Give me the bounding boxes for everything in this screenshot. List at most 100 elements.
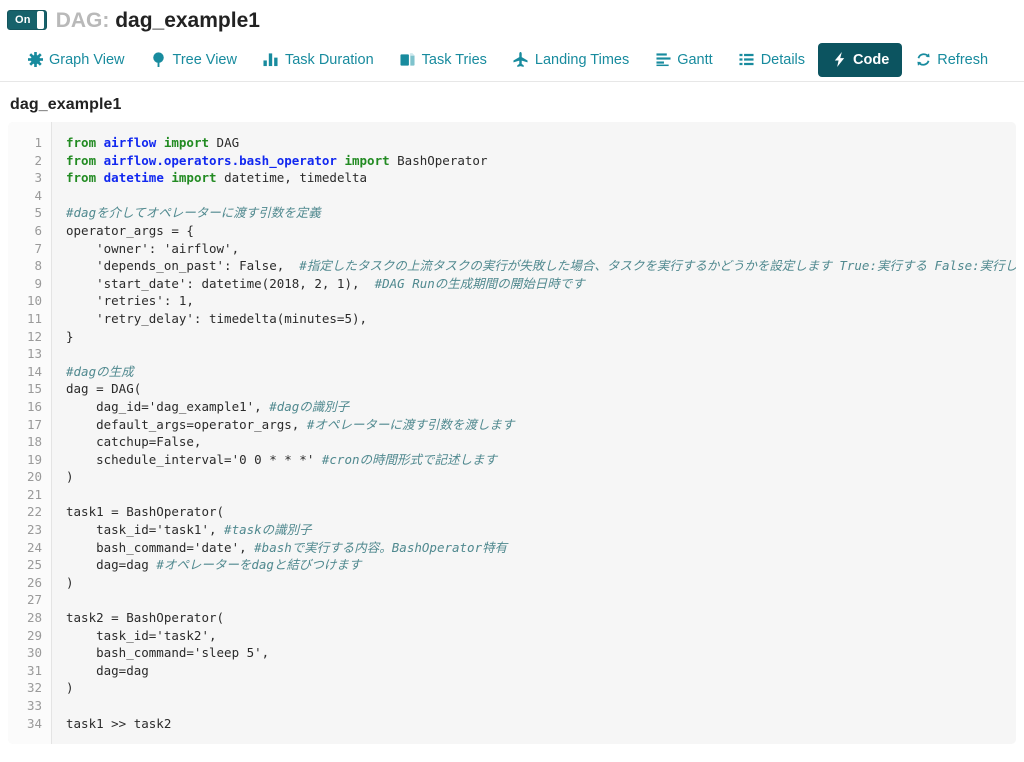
code-keyword: import [336,152,398,168]
tab-code[interactable]: Code [818,42,903,77]
line-number: 2 [34,152,42,168]
code-line: catchup=False, [66,433,1010,451]
dag-name: dag_example1 [115,8,260,32]
code-comment: #指定したタスクの上流タスクの実行が失敗した場合、タスクを実行するかどうかを設定… [299,258,1016,274]
line-number: 31 [26,662,42,678]
asterisk-icon [27,52,43,68]
line-number: 26 [26,574,42,590]
line-number: 1 [34,135,42,150]
code-line: from airflow.operators.bash_operator imp… [66,152,1010,170]
code-text: ) [66,574,74,590]
code-line: task1 >> task2 [66,715,1010,733]
code-line: bash_command='sleep 5', [66,644,1010,662]
tab-task-tries[interactable]: Task Tries [387,43,500,77]
code-text: dag = DAG( [66,381,142,397]
code-keyword: from [66,170,104,186]
code-line: } [66,328,1010,346]
code-line: task_id='task2', [66,627,1010,645]
code-line: #dagを介してオペレーターに渡す引数を定義 [66,204,1010,222]
code-line: #dagの生成 [66,363,1010,381]
line-number: 30 [26,645,42,661]
code-line: ) [66,679,1010,697]
dag-on-off-toggle[interactable]: On [7,10,47,30]
code-text: BashOperator [397,152,488,168]
code-text: catchup=False, [66,434,202,450]
code-line: ) [66,468,1010,486]
code-heading: dag_example1 [10,96,122,113]
line-number: 3 [34,170,42,186]
toggle-knob[interactable] [36,11,44,29]
code-comment: #cronの時間形式で記述します [321,451,498,467]
line-number: 15 [26,381,42,397]
code-keyword: import [163,170,225,186]
code-viewer[interactable]: from airflow import DAG from airflow.ope… [52,122,1016,745]
code-text: 'retries': 1, [66,293,194,309]
tab-task-duration[interactable]: Task Duration [250,43,387,77]
code-keyword: from [66,152,104,168]
code-keyword: import [156,135,217,150]
refresh-icon [915,52,931,68]
code-text: task_id='task2', [66,627,217,643]
tab-landing-times[interactable]: Landing Times [500,43,642,77]
toggle-state-label: On [15,14,31,26]
tab-label: Graph View [49,51,125,68]
line-number: 17 [26,416,42,432]
code-line: dag=dag [66,662,1010,680]
align-left-icon [655,52,671,68]
code-comment: #dagの識別子 [269,398,350,414]
page-header: On DAG: dag_example1 [0,0,1024,38]
line-number: 18 [26,434,42,450]
tab-graph-view[interactable]: Graph View [14,43,138,77]
code-line: operator_args = { [66,222,1010,240]
code-line: task_id='task1', #taskの識別子 [66,521,1010,539]
code-text: 'retry_delay': timedelta(minutes=5), [66,310,368,326]
code-text: bash_command='sleep 5', [66,645,270,661]
line-number-gutter: 1 2 3 4 5 6 7 8 9 10 11 12 13 14 15 16 17 18 19 20 21 22 23 24 2… [8,122,52,745]
code-line: 'retry_delay': timedelta(minutes=5), [66,310,1010,328]
line-number: 12 [26,328,42,344]
line-number: 4 [34,187,42,203]
line-number: 29 [26,627,42,643]
code-comment: #オペレーターをdagと結びつけます [156,557,362,573]
code-text: bash_command='date', [66,539,255,555]
code-text: operator_args = { [66,222,194,238]
tab-details[interactable]: Details [726,43,818,77]
code-line: from datetime import datetime, timedelta [66,169,1010,187]
line-number: 6 [34,222,42,238]
tree-icon [151,52,167,68]
code-text: default_args=operator_args, [66,416,307,432]
code-content: dag_example1 1 2 3 4 5 6 7 8 9 10 11 12 13 14 15 16 17 18… [0,82,1024,745]
code-text: 'owner': 'airflow', [66,240,240,256]
line-number: 32 [26,680,42,696]
tab-label: Tree View [172,51,237,68]
code-keyword: from [66,135,104,150]
dag-nav-tabs: Graph View Tree View Task Duration Task … [0,38,1024,82]
code-comment: #dagの生成 [66,363,134,379]
code-line: bash_command='date', #bashで実行する内容。BashOp… [66,539,1010,557]
line-number: 33 [26,698,42,713]
line-number: 27 [26,592,42,608]
tab-gantt[interactable]: Gantt [642,43,725,77]
code-text: task2 = BashOperator( [66,610,225,626]
code-text: DAG [216,135,240,150]
tab-refresh[interactable]: Refresh [902,43,1001,77]
code-line: from airflow import DAG [66,134,1010,152]
line-number: 34 [26,715,42,731]
tab-tree-view[interactable]: Tree View [138,43,250,77]
line-number: 28 [26,610,42,626]
code-line: 'depends_on_past': False, #指定したタスクの上流タスク… [66,257,1016,275]
line-number: 7 [34,240,42,256]
line-number: 24 [26,539,42,555]
code-line: dag=dag #オペレーターをdagと結びつけます [66,556,1010,574]
tab-label: Code [853,51,890,68]
page-title: DAG: dag_example1 [56,10,260,31]
code-text: ) [66,680,74,696]
code-line: ) [66,574,1010,592]
code-text: 'depends_on_past': False, [66,258,300,274]
line-number: 14 [26,363,42,379]
lightning-icon [831,52,847,68]
